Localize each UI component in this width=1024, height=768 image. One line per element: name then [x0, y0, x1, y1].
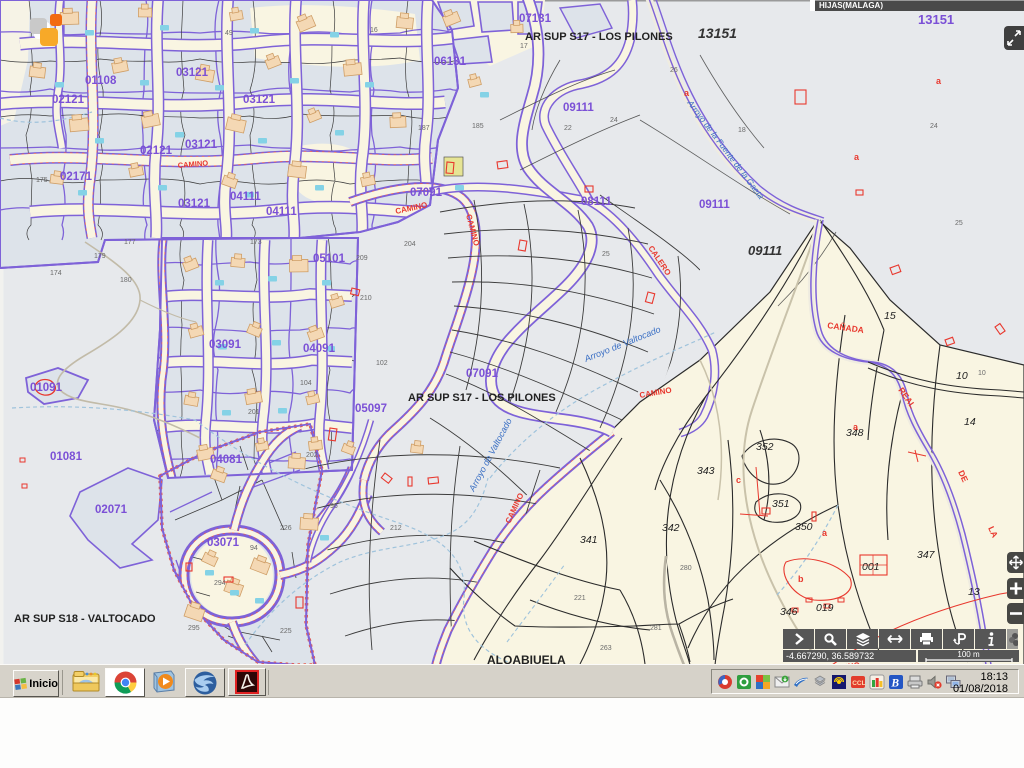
- svg-text:352: 352: [756, 441, 774, 453]
- svg-text:04111: 04111: [266, 206, 297, 218]
- svg-text:26: 26: [670, 67, 678, 74]
- svg-text:341: 341: [580, 534, 598, 546]
- svg-text:c: c: [736, 475, 741, 485]
- svg-text:01091: 01091: [30, 382, 63, 394]
- svg-text:AR SUP S17 - LOS PILONES: AR SUP S17 - LOS PILONES: [525, 31, 673, 43]
- svg-text:04111: 04111: [230, 191, 261, 203]
- svg-text:102: 102: [376, 360, 388, 367]
- svg-text:96: 96: [330, 503, 338, 510]
- svg-text:16: 16: [370, 27, 378, 34]
- svg-text:04091: 04091: [303, 343, 336, 355]
- svg-text:14: 14: [964, 416, 976, 428]
- svg-text:204: 204: [404, 241, 416, 248]
- svg-text:263: 263: [600, 645, 612, 652]
- svg-text:174: 174: [50, 270, 62, 277]
- svg-text:07091: 07091: [410, 187, 443, 199]
- svg-text:201: 201: [248, 409, 260, 416]
- svg-text:346: 346: [780, 606, 798, 618]
- svg-text:295: 295: [188, 625, 200, 632]
- svg-text:225: 225: [280, 628, 292, 635]
- svg-text:09111: 09111: [748, 243, 782, 258]
- svg-text:03071: 03071: [207, 537, 240, 549]
- svg-text:07131: 07131: [519, 13, 552, 25]
- svg-text:202: 202: [306, 452, 318, 459]
- svg-text:02171: 02171: [60, 171, 93, 183]
- svg-text:342: 342: [662, 522, 680, 534]
- svg-text:04081: 04081: [210, 454, 243, 466]
- svg-text:226: 226: [280, 525, 292, 532]
- svg-text:03121: 03121: [178, 198, 211, 210]
- svg-text:350: 350: [795, 521, 813, 533]
- svg-text:AR SUP S18 - VALTOCADO: AR SUP S18 - VALTOCADO: [14, 613, 156, 625]
- svg-text:210: 210: [360, 295, 372, 302]
- svg-text:180: 180: [120, 277, 132, 284]
- svg-text:281: 281: [650, 625, 662, 632]
- svg-text:49: 49: [225, 30, 233, 37]
- svg-text:08111: 08111: [581, 196, 612, 208]
- svg-text:02071: 02071: [95, 504, 128, 516]
- svg-text:05097: 05097: [355, 403, 387, 415]
- svg-text:03121: 03121: [243, 94, 276, 106]
- svg-text:187: 187: [418, 125, 430, 132]
- svg-text:13151: 13151: [918, 12, 954, 27]
- svg-text:343: 343: [697, 465, 715, 477]
- svg-text:13151: 13151: [698, 25, 737, 41]
- svg-text:294: 294: [214, 580, 226, 587]
- svg-text:280: 280: [680, 565, 692, 572]
- svg-text:02121: 02121: [140, 145, 173, 157]
- svg-text:104: 104: [300, 380, 312, 387]
- svg-text:13: 13: [968, 586, 980, 598]
- svg-text:24: 24: [610, 117, 618, 124]
- svg-text:07091: 07091: [466, 368, 499, 380]
- svg-text:B: B: [890, 677, 899, 689]
- svg-text:22: 22: [564, 125, 572, 132]
- svg-text:25: 25: [602, 251, 610, 258]
- svg-text:019: 019: [816, 602, 834, 614]
- svg-text:CCL: CCL: [852, 680, 865, 687]
- svg-text:221: 221: [574, 595, 586, 602]
- svg-text:AR SUP S17 - LOS PILONES: AR SUP S17 - LOS PILONES: [408, 392, 556, 404]
- svg-text:209: 209: [356, 255, 368, 262]
- svg-text:05101: 05101: [313, 253, 346, 265]
- svg-text:03121: 03121: [185, 139, 218, 151]
- svg-text:09111: 09111: [699, 199, 730, 211]
- svg-text:02121: 02121: [52, 94, 85, 106]
- svg-text:01081: 01081: [50, 451, 83, 463]
- svg-text:94: 94: [250, 545, 258, 552]
- svg-text:347: 347: [917, 549, 936, 561]
- svg-text:173: 173: [250, 239, 262, 246]
- svg-text:24: 24: [930, 123, 938, 130]
- svg-text:06131: 06131: [434, 56, 467, 68]
- svg-text:03121: 03121: [176, 67, 209, 79]
- svg-text:175: 175: [36, 177, 48, 184]
- svg-text:212: 212: [390, 525, 402, 532]
- svg-text:15: 15: [884, 310, 896, 322]
- svg-text:b: b: [798, 574, 804, 584]
- svg-text:03091: 03091: [209, 339, 242, 351]
- svg-text:179: 179: [94, 253, 106, 260]
- svg-text:25: 25: [955, 220, 963, 227]
- svg-text:001: 001: [862, 561, 880, 573]
- svg-text:01108: 01108: [85, 75, 117, 87]
- svg-text:177: 177: [124, 239, 136, 246]
- svg-text:10: 10: [956, 370, 968, 382]
- svg-text:351: 351: [772, 498, 790, 510]
- svg-text:17: 17: [520, 43, 528, 50]
- svg-text:09111: 09111: [563, 102, 594, 114]
- svg-text:18: 18: [738, 127, 746, 134]
- svg-text:185: 185: [472, 123, 484, 130]
- svg-text:10: 10: [978, 370, 986, 377]
